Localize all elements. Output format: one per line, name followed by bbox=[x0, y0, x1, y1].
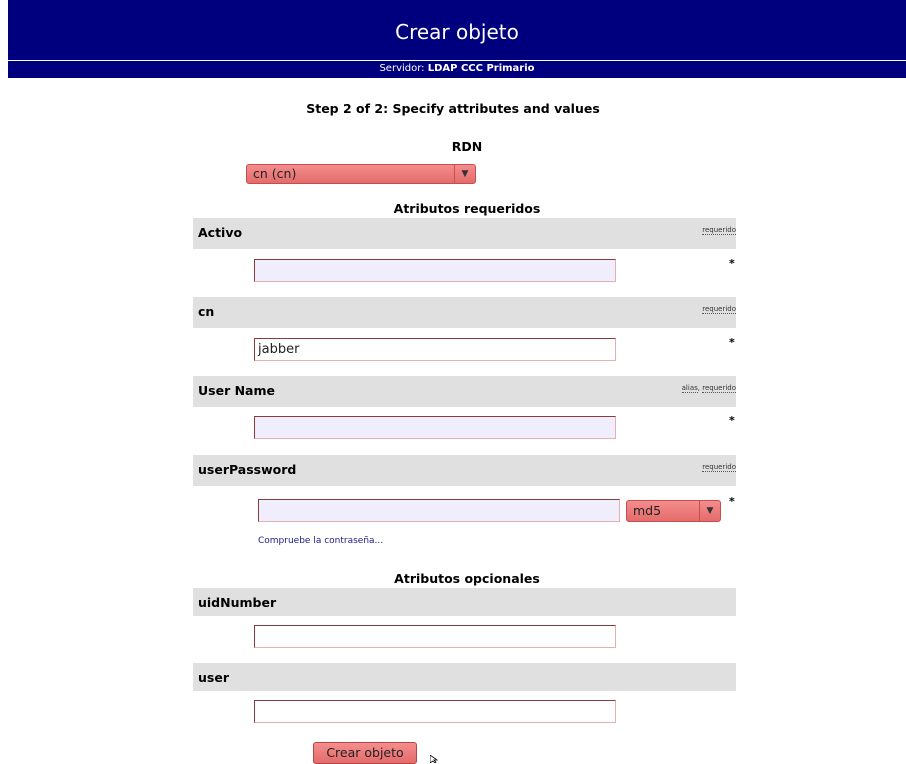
attribute-name: userPassword bbox=[198, 462, 297, 477]
check-password-link[interactable]: Compruebe la contraseña... bbox=[258, 536, 383, 546]
uidnumber-input[interactable] bbox=[254, 625, 616, 648]
server-info: Servidor: LDAP CCC Primario bbox=[8, 61, 906, 78]
attribute-tags: requerido bbox=[702, 305, 736, 314]
server-prefix: Servidor: bbox=[379, 63, 425, 74]
attribute-header-user-name: User Name alias, requerido bbox=[193, 376, 736, 407]
required-section-title: Atributos requeridos bbox=[393, 201, 541, 216]
required-marker: * bbox=[729, 495, 735, 508]
rdn-label: RDN bbox=[451, 139, 483, 154]
rdn-selected-value: cn (cn) bbox=[253, 166, 297, 181]
optional-section-title: Atributos opcionales bbox=[394, 571, 540, 586]
attribute-header-cn: cn requerido bbox=[193, 297, 736, 328]
password-input[interactable] bbox=[258, 499, 620, 522]
attribute-tags: requerido bbox=[702, 463, 736, 472]
hash-selected-value: md5 bbox=[633, 503, 662, 518]
activo-input[interactable] bbox=[254, 259, 616, 282]
required-tag[interactable]: requerido bbox=[702, 226, 736, 235]
attribute-tags: alias, requerido bbox=[681, 384, 736, 393]
user-name-input[interactable] bbox=[254, 416, 616, 439]
attribute-header-user: user bbox=[193, 663, 736, 691]
attribute-tags: requerido bbox=[702, 226, 736, 235]
attribute-name: Activo bbox=[198, 225, 243, 240]
alias-tag[interactable]: alias bbox=[681, 384, 698, 393]
chevron-down-icon: ▼ bbox=[699, 501, 720, 521]
required-tag[interactable]: requerido bbox=[702, 305, 736, 314]
required-tag[interactable]: requerido bbox=[702, 463, 736, 472]
page-header: Crear objeto bbox=[8, 0, 906, 61]
server-name: LDAP CCC Primario bbox=[427, 63, 535, 74]
page-title: Crear objeto bbox=[395, 20, 519, 44]
required-marker: * bbox=[729, 414, 735, 427]
chevron-down-icon: ▼ bbox=[454, 165, 475, 183]
attribute-header-userpassword: userPassword requerido bbox=[193, 455, 736, 486]
required-marker: * bbox=[729, 336, 735, 349]
attribute-name: user bbox=[198, 670, 229, 685]
user-input[interactable] bbox=[254, 700, 616, 723]
attribute-name: uidNumber bbox=[198, 595, 277, 610]
rdn-select[interactable]: cn (cn) ▼ bbox=[246, 164, 476, 184]
hash-select[interactable]: md5 ▼ bbox=[626, 500, 721, 522]
attribute-header-activo: Activo requerido bbox=[193, 218, 736, 249]
attribute-name: User Name bbox=[198, 383, 275, 398]
required-tag[interactable]: requerido bbox=[702, 384, 736, 393]
attribute-header-uidnumber: uidNumber bbox=[193, 588, 736, 616]
attribute-name: cn bbox=[198, 304, 215, 319]
cn-input[interactable]: jabber bbox=[254, 338, 616, 361]
create-object-button[interactable]: Crear objeto bbox=[313, 742, 417, 764]
step-title: Step 2 of 2: Specify attributes and valu… bbox=[306, 101, 600, 116]
required-marker: * bbox=[729, 257, 735, 270]
